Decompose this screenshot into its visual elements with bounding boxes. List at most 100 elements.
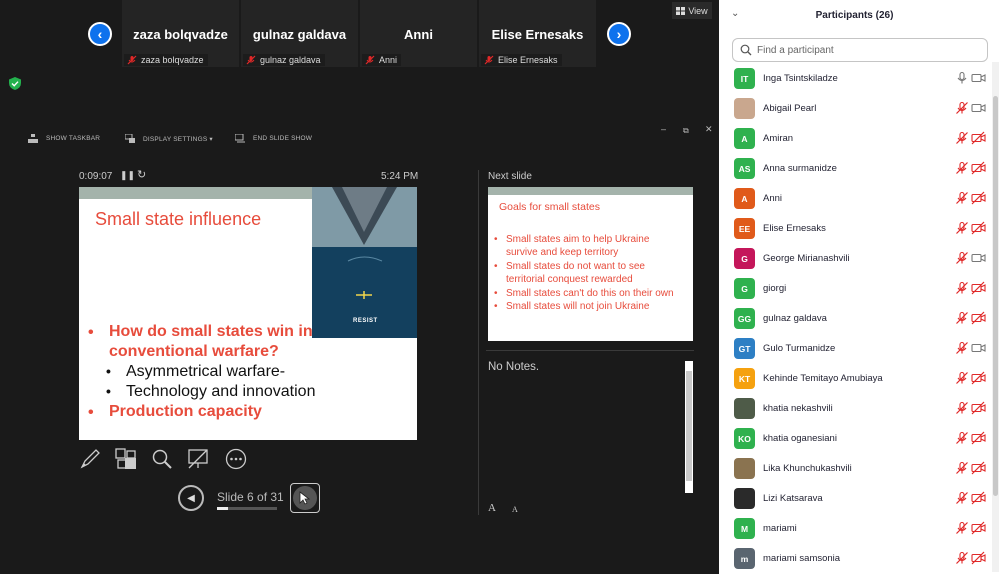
mic-muted-icon[interactable] (955, 131, 969, 145)
notes-scrollbar-thumb[interactable] (686, 371, 692, 481)
next-slide-label: Next slide (488, 171, 532, 182)
participant-row[interactable]: GG gulnaz galdava (719, 304, 991, 334)
video-off-icon[interactable] (971, 71, 986, 85)
video-off-icon[interactable] (971, 101, 986, 115)
participants-scrollbar-thumb[interactable] (993, 96, 998, 496)
participant-row[interactable]: Lika Khunchukashvili (719, 454, 991, 484)
video-off-icon[interactable] (971, 551, 986, 565)
previous-slide-button[interactable]: ◀ (178, 485, 204, 511)
participant-row[interactable]: AS Anna surmanidze (719, 154, 991, 184)
zoom-icon[interactable] (151, 448, 173, 470)
display-settings-label: DISPLAY SETTINGS ▾ (143, 135, 213, 143)
video-off-icon[interactable] (971, 521, 986, 535)
participant-row[interactable]: m mariami samsonia (719, 544, 991, 574)
minimize-icon[interactable]: – (661, 124, 666, 134)
pen-icon[interactable] (79, 448, 101, 470)
pause-icon[interactable]: ❚❚ (120, 170, 135, 181)
mic-muted-icon[interactable] (955, 401, 969, 415)
participant-row[interactable]: A Amiran (719, 124, 991, 154)
notes-divider[interactable] (486, 350, 694, 351)
next-slide-bullet: survive and keep territory (494, 246, 618, 259)
current-slide[interactable]: Small state influence RESIST • How do sm… (79, 187, 417, 440)
participant-search[interactable] (732, 38, 988, 62)
video-off-icon[interactable] (971, 341, 986, 355)
next-slide-bullet-text: Small states do not want to see (506, 261, 645, 272)
mic-muted-icon[interactable] (955, 101, 969, 115)
participant-name: Amiran (763, 133, 794, 144)
video-off-icon[interactable] (971, 131, 986, 145)
video-off-icon[interactable] (971, 281, 986, 295)
microphone-icon[interactable] (955, 71, 969, 85)
mic-muted-icon[interactable] (955, 431, 969, 445)
video-off-icon[interactable] (971, 311, 986, 325)
participant-row[interactable]: Mmariami (719, 514, 991, 544)
show-taskbar-button[interactable]: SHOW TASKBAR (28, 134, 100, 143)
mic-muted-icon[interactable] (955, 281, 969, 295)
video-tile[interactable]: gulnaz galdava gulnaz galdava (241, 0, 358, 67)
mic-muted-icon[interactable] (955, 521, 969, 535)
tile-label-text: Anni (379, 55, 398, 65)
pane-divider[interactable] (478, 170, 479, 515)
mic-muted-icon[interactable] (955, 251, 969, 265)
black-screen-icon[interactable] (187, 448, 209, 470)
next-slide-button[interactable] (290, 483, 320, 513)
avatar: m (734, 548, 755, 569)
mic-muted-icon[interactable] (955, 311, 969, 325)
mic-muted-icon[interactable] (955, 551, 969, 565)
next-slide-preview[interactable]: Goals for small states • Small states aim… (488, 187, 693, 341)
mic-muted-icon[interactable] (955, 491, 969, 505)
increase-font-button[interactable]: A (488, 502, 496, 514)
mic-muted-icon[interactable] (955, 161, 969, 175)
restore-icon[interactable]: ⧉ (683, 126, 689, 136)
video-off-icon[interactable] (971, 401, 986, 415)
see-all-slides-icon[interactable] (115, 448, 137, 470)
more-options-icon[interactable] (225, 448, 247, 470)
restart-timer-icon[interactable]: ↻ (137, 168, 146, 181)
mic-muted-icon[interactable] (955, 461, 969, 475)
participant-row[interactable]: GT Gulo Turmanidze (719, 334, 991, 364)
view-button[interactable]: View (672, 2, 712, 19)
prev-videos-button[interactable]: ‹ (88, 22, 112, 46)
tile-label: Anni (362, 54, 402, 66)
next-videos-button[interactable]: › (607, 22, 631, 46)
participant-row[interactable]: EE Elise Ernesaks (719, 214, 991, 244)
participant-row[interactable]: A Anni (719, 184, 991, 214)
participant-row[interactable]: G George Mirianashvili (719, 244, 991, 274)
decrease-font-button[interactable]: A (512, 505, 518, 514)
mic-muted-icon[interactable] (955, 221, 969, 235)
video-tile[interactable]: Anni Anni (360, 0, 477, 67)
shield-check-icon[interactable] (9, 77, 21, 90)
display-settings-button[interactable]: DISPLAY SETTINGS ▾ (125, 134, 213, 143)
participant-row[interactable]: khatia nekashvili (719, 394, 991, 424)
participant-row[interactable]: Ggiorgi (719, 274, 991, 304)
mic-muted-icon[interactable] (955, 341, 969, 355)
close-icon[interactable]: ✕ (705, 124, 713, 135)
video-tile[interactable]: zaza bolqvadze zaza bolqvadze (122, 0, 239, 67)
participants-scrollbar[interactable] (992, 62, 999, 572)
participant-name: giorgi (763, 283, 787, 294)
mic-muted-icon (365, 55, 375, 65)
participant-name: Abigail Pearl (763, 103, 817, 114)
video-off-icon[interactable] (971, 191, 986, 205)
video-off-icon[interactable] (971, 461, 986, 475)
video-off-icon[interactable] (971, 431, 986, 445)
participant-row[interactable]: KT Kehinde Temitayo Amubiaya (719, 364, 991, 394)
participant-row[interactable]: Abigail Pearl (719, 94, 991, 124)
mic-muted-icon[interactable] (955, 191, 969, 205)
video-off-icon[interactable] (971, 161, 986, 175)
video-off-icon[interactable] (971, 221, 986, 235)
video-off-icon[interactable] (971, 491, 986, 505)
notes-scrollbar[interactable] (685, 361, 693, 493)
mic-muted-icon (484, 55, 494, 65)
end-slide-show-button[interactable]: END SLIDE SHOW (235, 134, 312, 143)
participant-row[interactable]: KO khatia oganesiani (719, 424, 991, 454)
mic-muted-icon[interactable] (955, 371, 969, 385)
participant-row[interactable]: IT Inga Tsintskiladze (719, 64, 991, 94)
next-slide-bullet-text: territorial conquest rewarded (506, 274, 633, 285)
video-off-icon[interactable] (971, 371, 986, 385)
speaker-notes[interactable]: No Notes. (488, 361, 539, 373)
participant-row[interactable]: Lizi Katsarava (719, 484, 991, 514)
video-off-icon[interactable] (971, 251, 986, 265)
video-tile[interactable]: Elise Ernesaks Elise Ernesaks (479, 0, 596, 67)
search-input[interactable] (757, 42, 982, 58)
